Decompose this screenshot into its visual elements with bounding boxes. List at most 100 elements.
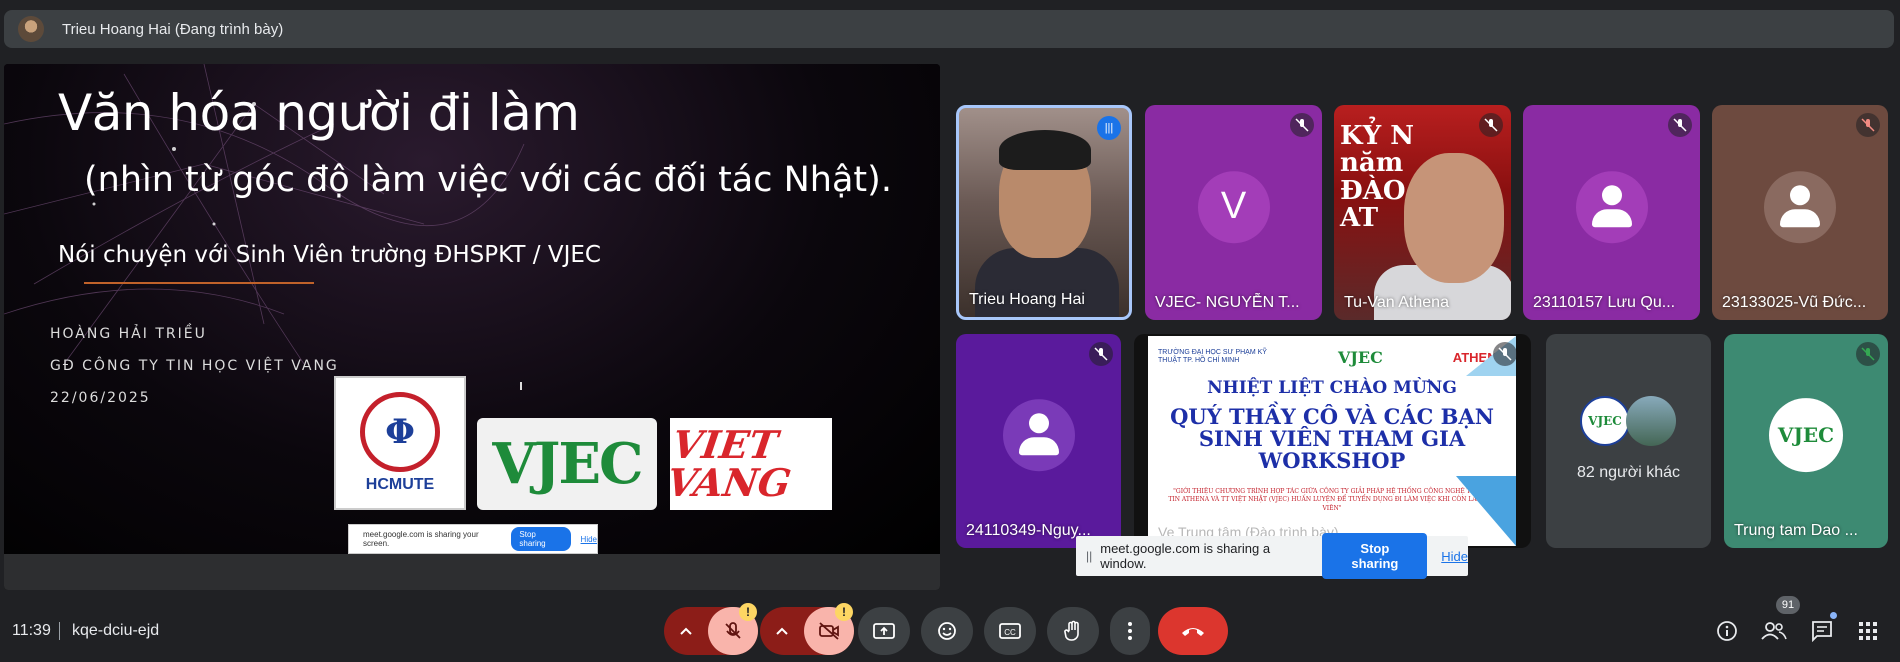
vjec-logo: VJEC	[477, 418, 657, 510]
hcmute-logo: Φ HCMUTE	[334, 376, 466, 510]
presentation-bottom-strip	[4, 554, 940, 590]
mic-muted-icon	[1290, 113, 1314, 137]
captions-icon: CC	[999, 623, 1021, 639]
share-notice-text: meet.google.com is sharing a window.	[1100, 541, 1271, 571]
mic-muted-icon	[1668, 113, 1692, 137]
participant-tile[interactable]: KỶ N năm ĐÀO TẠO AT Tu-Van Athena	[1334, 105, 1511, 320]
video-person-hair	[999, 130, 1091, 170]
reactions-button[interactable]	[921, 607, 973, 655]
more-vert-icon	[1128, 622, 1132, 640]
presenter-bar: Trieu Hoang Hai (Đang trình bày)	[4, 10, 1894, 48]
mic-muted-icon	[1089, 342, 1113, 366]
participant-tile[interactable]: 23133025-Vũ Đức...	[1712, 105, 1888, 320]
participant-tile[interactable]: V VJEC- NGUYỄN T...	[1145, 105, 1322, 320]
chat-button[interactable]	[1808, 617, 1836, 645]
avatar: VJEC	[1769, 398, 1843, 473]
activities-button[interactable]	[1854, 617, 1882, 645]
inner-hide-link: Hide	[580, 534, 597, 544]
divider	[59, 622, 60, 640]
avatar	[1764, 170, 1836, 243]
clock: 11:39	[12, 622, 51, 639]
hang-up-icon	[1182, 628, 1204, 636]
raise-hand-button[interactable]	[1047, 607, 1099, 655]
person-icon	[1764, 171, 1836, 243]
banner-line-3: SINH VIÊN THAM GIA	[1198, 426, 1466, 452]
mic-muted-icon	[1856, 113, 1880, 137]
slide-author-name: HOÀNG HẢI TRIỀU	[50, 326, 207, 342]
bottom-toolbar: 11:39 kqe-dciu-ejd ! ! CC 91	[0, 596, 1900, 662]
others-tile[interactable]: VJEC 82 người khác	[1546, 334, 1711, 548]
banner-vjec-logo: VJEC	[1337, 347, 1383, 367]
drag-handle-icon[interactable]: ||	[1086, 549, 1092, 563]
apps-grid-icon	[1859, 622, 1877, 640]
stop-sharing-button[interactable]: Stop sharing	[1322, 533, 1428, 579]
hcmute-emblem-icon: Φ	[360, 392, 440, 472]
participant-name: Trieu Hoang Hai	[969, 291, 1085, 308]
participant-name: Tu-Van Athena	[1344, 294, 1449, 311]
avatar	[1002, 399, 1075, 472]
mic-warning-badge: !	[739, 603, 757, 621]
mic-muted-icon	[1479, 113, 1503, 137]
leave-call-button[interactable]	[1158, 607, 1228, 655]
audio-options-chevron-icon[interactable]	[664, 607, 708, 655]
avatar: V	[1197, 170, 1270, 243]
banner-welcome-text: QUÝ THẦY CÔ VÀ CÁC BẠN SINH VIÊN THAM GI…	[1148, 404, 1516, 474]
more-options-button[interactable]	[1110, 607, 1150, 655]
speaking-indicator-icon: |||	[1097, 116, 1121, 140]
hide-link[interactable]: Hide	[1441, 549, 1468, 564]
banner-header: TRƯỜNG ĐẠI HỌC SƯ PHẠM KỸ THUẬT TP. HỒ C…	[1158, 346, 1506, 368]
participant-tile[interactable]: VJEC Trung tam Dao ...	[1724, 334, 1888, 548]
slide-author-role: GĐ CÔNG TY TIN HỌC VIỆT VANG	[50, 358, 339, 374]
svg-text:CC: CC	[1004, 628, 1016, 637]
slide-subtitle: (nhìn từ góc độ làm việc với các đối tác…	[84, 160, 892, 200]
video-options-chevron-icon[interactable]	[760, 607, 804, 655]
inner-share-notice: meet.google.com is sharing your screen. …	[348, 524, 598, 554]
captions-button[interactable]: CC	[984, 607, 1036, 655]
people-icon	[1761, 622, 1787, 640]
participant-tile[interactable]: ||| Trieu Hoang Hai	[956, 105, 1132, 320]
presentation-view[interactable]: Văn hóa người đi làm (nhìn từ góc độ làm…	[4, 64, 940, 590]
inner-share-text: meet.google.com is sharing your screen.	[363, 530, 479, 548]
unread-dot	[1830, 612, 1837, 619]
vietvang-logo-text: VIET VANG	[664, 422, 794, 505]
hand-icon	[1064, 620, 1079, 641]
others-count: 82 người khác	[1576, 464, 1681, 481]
people-button[interactable]	[1760, 617, 1788, 645]
meet-window: Trieu Hoang Hai (Đang trình bày) Văn hóa…	[0, 0, 1900, 662]
present-screen-button[interactable]	[858, 607, 910, 655]
slide-date: 22/06/2025	[50, 390, 151, 406]
banner-hcmute-caption: TRƯỜNG ĐẠI HỌC SƯ PHẠM KỸ THUẬT TP. HỒ C…	[1158, 349, 1267, 364]
avatar-initial: V	[1220, 185, 1247, 228]
banner-line-4: WORKSHOP	[1258, 448, 1406, 474]
vjec-logo-text: VJEC	[492, 431, 643, 497]
participant-count-badge: 91	[1776, 596, 1800, 614]
participant-tile[interactable]: 24110349-Nguy...	[956, 334, 1121, 548]
meeting-code: kqe-dciu-ejd	[72, 622, 160, 639]
participant-tile[interactable]: 23110157 Lưu Qu...	[1523, 105, 1700, 320]
meeting-details-button[interactable]	[1713, 617, 1741, 645]
participant-name: 23110157 Lưu Qu...	[1533, 294, 1676, 311]
mic-muted-icon	[1493, 342, 1517, 366]
person-icon	[1576, 171, 1648, 243]
hcmute-logo-text: HCMUTE	[365, 476, 435, 493]
screen-share-notice: || meet.google.com is sharing a window. …	[1076, 533, 1468, 579]
present-icon	[873, 623, 895, 639]
avatar: VJEC	[1580, 396, 1630, 446]
slide-talk-line: Nói chuyện với Sinh Viên trường ĐHSPKT /…	[58, 242, 601, 268]
microphone-control: !	[664, 603, 758, 655]
person-icon	[1003, 399, 1075, 471]
slide-underline	[84, 282, 314, 284]
avatar	[1626, 396, 1676, 446]
participant-name: Trung tam Dao ...	[1734, 522, 1858, 539]
participant-name: VJEC- NGUYỄN T...	[1155, 294, 1300, 311]
banner-heading: NHIỆT LIỆT CHÀO MỪNG	[1207, 378, 1457, 398]
participant-tile[interactable]: TRƯỜNG ĐẠI HỌC SƯ PHẠM KỸ THUẬT TP. HỒ C…	[1134, 334, 1531, 548]
chat-icon	[1812, 621, 1832, 642]
emoji-icon	[938, 622, 956, 640]
banner-line-2: QUÝ THẦY CÔ VÀ CÁC BẠN	[1170, 404, 1494, 429]
participant-name: 23133025-Vũ Đức...	[1722, 294, 1867, 311]
others-avatars: VJEC	[1580, 396, 1680, 448]
slide-title: Văn hóa người đi làm	[58, 84, 580, 142]
presenter-avatar	[18, 16, 44, 42]
inner-stop-sharing-button: Stop sharing	[511, 527, 571, 551]
